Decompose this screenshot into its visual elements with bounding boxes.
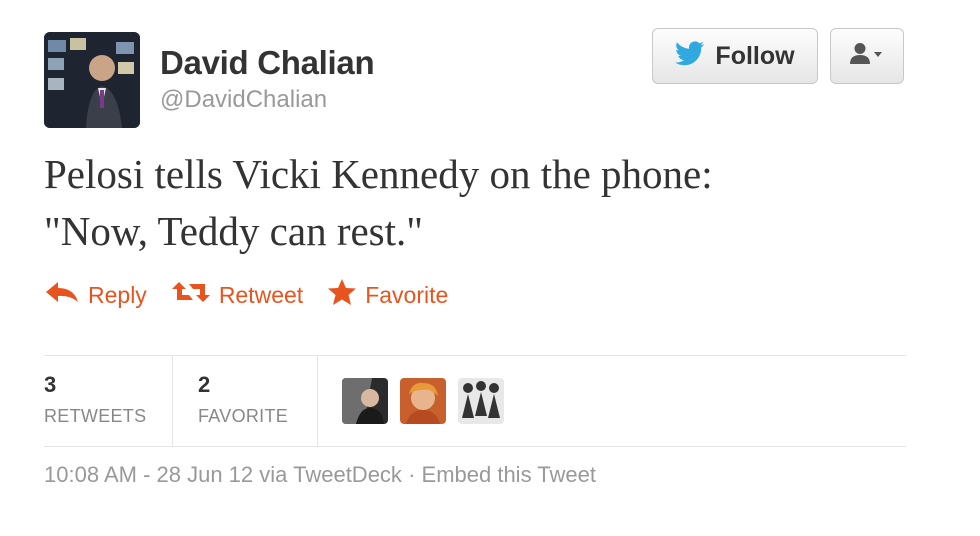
favorite-button[interactable]: Favorite xyxy=(327,278,448,312)
retweets-label: RETWEETS xyxy=(44,406,147,426)
favorites-stat[interactable]: 2 FAVORITE xyxy=(198,372,288,427)
retweets-stat[interactable]: 3 RETWEETS xyxy=(44,372,146,427)
user-dropdown-icon xyxy=(849,42,885,71)
favoriter-avatar[interactable] xyxy=(342,378,388,424)
reply-label: Reply xyxy=(88,281,147,308)
client-link[interactable]: TweetDeck xyxy=(293,462,402,487)
follow-label: Follow xyxy=(715,41,795,70)
twitter-bird-icon xyxy=(675,40,705,72)
tweet-text-line: Pelosi tells Vicki Kennedy on the phone: xyxy=(44,151,713,197)
reply-button[interactable]: Reply xyxy=(44,280,147,310)
via-text: via xyxy=(259,462,288,487)
favoriter-avatar[interactable] xyxy=(400,378,446,424)
tweet-timestamp[interactable]: 10:08 AM - 28 Jun 12 xyxy=(44,462,253,487)
star-icon xyxy=(327,278,357,312)
stats-separator xyxy=(317,356,318,446)
favorites-label: FAVORITE xyxy=(198,406,289,426)
stats-top-divider xyxy=(44,355,906,356)
profile-avatar[interactable] xyxy=(44,32,140,128)
favorite-label: Favorite xyxy=(365,281,449,308)
tweet-text: Pelosi tells Vicki Kennedy on the phone:… xyxy=(44,146,924,260)
reply-icon xyxy=(44,280,80,310)
tweet-meta: 10:08 AM - 28 Jun 12 via TweetDeck · Emb… xyxy=(44,462,596,488)
tweet-actions: Reply Retweet Favorite xyxy=(44,278,472,312)
avatar-photo xyxy=(44,32,140,128)
retweet-icon xyxy=(171,280,211,310)
stats-separator xyxy=(172,356,173,446)
user-handle[interactable]: @DavidChalian xyxy=(160,86,327,114)
retweets-count: 3 xyxy=(44,372,57,397)
favoriter-avatar[interactable] xyxy=(458,378,504,424)
follow-button[interactable]: Follow xyxy=(652,28,818,84)
meta-separator: · xyxy=(408,462,416,487)
embed-tweet-link[interactable]: Embed this Tweet xyxy=(422,462,596,487)
stats-bottom-divider xyxy=(44,446,906,447)
retweet-label: Retweet xyxy=(218,281,304,308)
user-display-name[interactable]: David Chalian xyxy=(160,44,375,82)
favorites-count: 2 xyxy=(198,372,211,397)
retweet-button[interactable]: Retweet xyxy=(171,280,303,310)
user-actions-button[interactable] xyxy=(830,28,904,84)
tweet-text-line: "Now, Teddy can rest." xyxy=(44,208,424,254)
